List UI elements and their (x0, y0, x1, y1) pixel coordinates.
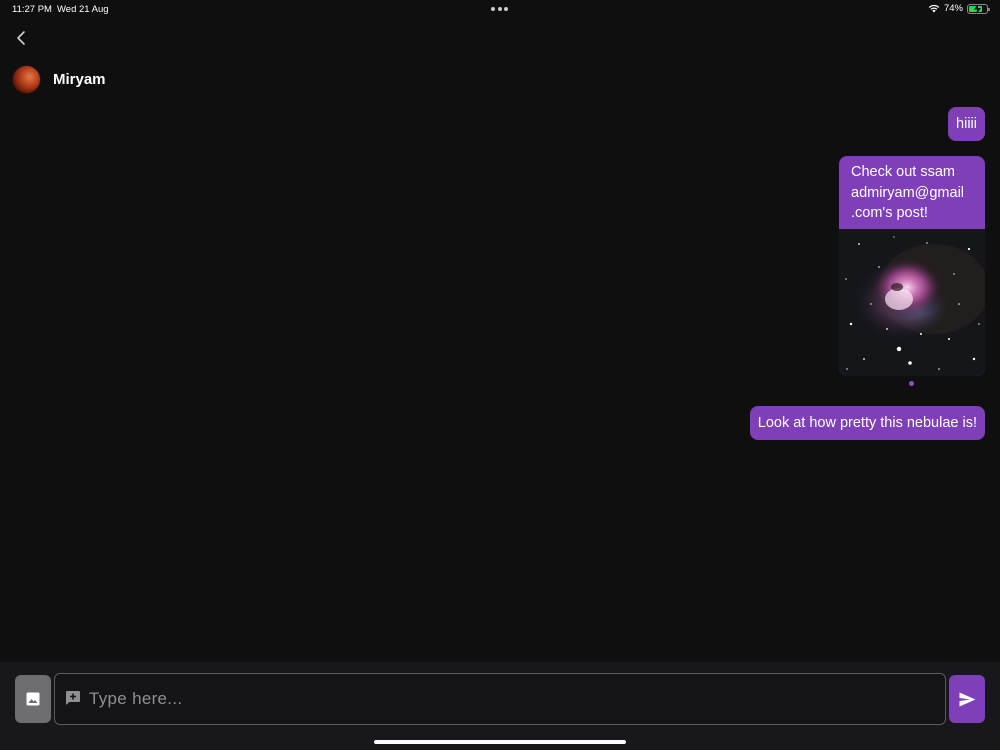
avatar[interactable] (13, 66, 40, 93)
status-indicators: 74% (928, 3, 990, 14)
shared-post-text-line: admiryam@gmail (851, 184, 965, 201)
chat-screen: 11:27 PM Wed 21 Aug 74% Miryam hiiii Che… (0, 0, 1000, 750)
charging-bolt-icon (974, 3, 981, 14)
shared-post-text-line: Check out ssam (851, 164, 955, 180)
nebula-photo[interactable] (839, 229, 985, 376)
image-icon (26, 692, 40, 706)
chevron-left-icon (17, 31, 25, 45)
send-icon (959, 692, 975, 706)
back-button[interactable] (11, 28, 31, 48)
wifi-icon (928, 4, 940, 13)
message-bubble[interactable]: Look at how pretty this nebulae is! (749, 406, 985, 440)
shared-post-bubble[interactable]: Check out ssam admiryam@gmail .com's pos… (839, 156, 985, 376)
home-indicator[interactable] (374, 740, 626, 744)
message-bubble[interactable]: hiiii (948, 107, 985, 141)
status-date: Wed 21 Aug (57, 4, 109, 15)
status-time: 11:27 PM (12, 4, 52, 15)
status-bar: 11:27 PM Wed 21 Aug 74% (0, 0, 1000, 18)
battery-icon (967, 3, 990, 14)
message-field[interactable] (54, 673, 946, 725)
add-comment-icon[interactable] (65, 690, 81, 706)
shared-post-text: Check out ssam admiryam@gmail .com's pos… (839, 156, 985, 229)
send-button[interactable] (949, 675, 985, 723)
contact-name[interactable]: Miryam (53, 71, 106, 88)
battery-percent: 74% (943, 3, 963, 14)
message-input[interactable] (89, 682, 929, 716)
shared-post-text-line: .com's post! (851, 205, 928, 221)
attach-image-button[interactable] (15, 675, 51, 723)
multitasking-dots-icon[interactable] (491, 7, 508, 11)
read-indicator (909, 381, 914, 386)
